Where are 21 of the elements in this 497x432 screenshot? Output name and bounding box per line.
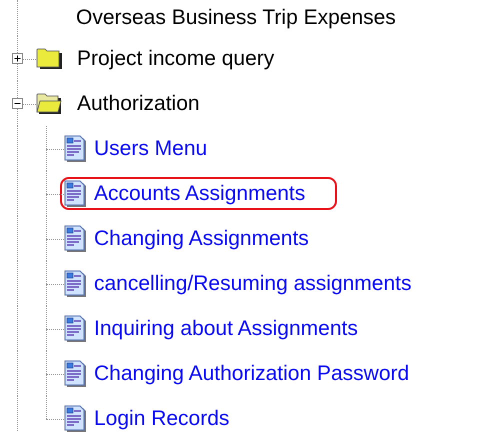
tree-link[interactable]: Inquiring about Assignments xyxy=(94,316,358,340)
tree-item[interactable]: Overseas Business Trip Expenses xyxy=(76,6,396,30)
document-icon xyxy=(64,180,86,207)
tree-link[interactable]: Changing Authorization Password xyxy=(94,362,410,386)
document-icon xyxy=(64,405,86,432)
folder-label[interactable]: Authorization xyxy=(77,92,200,116)
document-icon xyxy=(64,135,86,162)
document-icon xyxy=(64,360,86,387)
folder-icon xyxy=(36,48,63,70)
tree-link[interactable]: Changing Assignments xyxy=(94,226,309,250)
document-icon xyxy=(64,315,86,342)
folder-label[interactable]: Project income query xyxy=(77,46,274,70)
document-icon xyxy=(64,270,86,297)
tree-link[interactable]: Accounts Assignments xyxy=(94,182,306,206)
open-folder-icon xyxy=(36,92,63,114)
collapse-icon[interactable] xyxy=(12,98,23,108)
tree-link[interactable]: Login Records xyxy=(94,406,230,430)
document-icon xyxy=(64,225,86,252)
expand-icon[interactable] xyxy=(12,52,23,64)
tree-link[interactable]: cancelling/Resuming assignments xyxy=(94,272,412,296)
tree-link[interactable]: Users Menu xyxy=(94,136,208,160)
